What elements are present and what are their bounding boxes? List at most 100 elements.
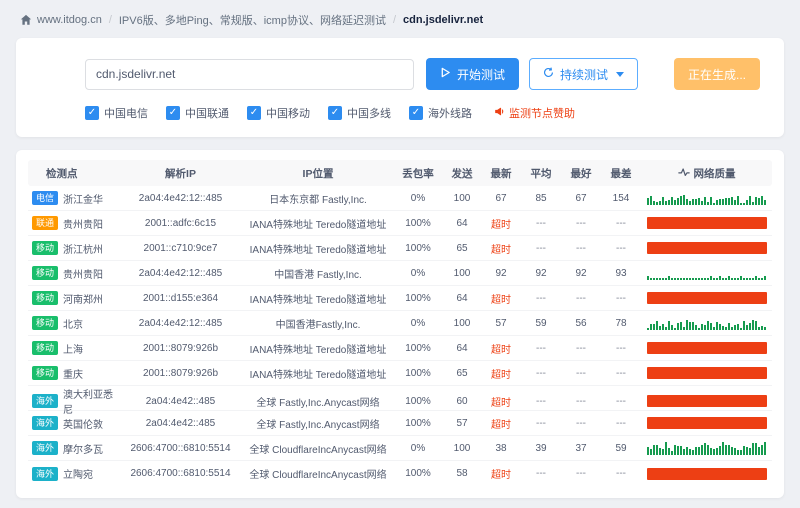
resolved-ip: 2a04:4e42::485 [145, 395, 216, 407]
sent-count: 100 [453, 317, 471, 329]
ip-location: 全球 CloudflareIncAnycast网络 [249, 444, 387, 456]
quality-sparkline [646, 467, 767, 480]
ip-location: 全球 Fastly,Inc.Anycast网络 [256, 397, 380, 409]
sent-count: 64 [456, 342, 468, 354]
checkbox-china-mobile[interactable]: ✓ 中国移动 [247, 105, 310, 121]
header-resolved-ip: 解析IP [165, 167, 196, 180]
continuous-test-button[interactable]: 持续测试 [528, 58, 638, 90]
breadcrumb: www.itdog.cn / IPV6版、多地Ping、常规版、icmp协议、网… [16, 10, 784, 30]
latest-latency: 超时 [491, 397, 511, 409]
checkbox-overseas-lines[interactable]: ✓ 海外线路 [409, 105, 472, 121]
quality-cell [641, 217, 772, 229]
avg-latency: 39 [535, 442, 547, 454]
breadcrumb-section: IPV6版、多地Ping、常规版、icmp协议、网络延迟测试 [118, 15, 386, 27]
sent-count: 65 [456, 367, 468, 379]
loss-rate: 100% [405, 395, 431, 407]
chevron-down-icon [615, 71, 624, 77]
latest-latency: 67 [495, 192, 507, 204]
best-latency: 92 [575, 267, 587, 279]
ip-location: 日本东京都 Fastly,Inc. [269, 194, 367, 206]
latest-latency: 38 [495, 442, 507, 454]
node-cell: 联通 贵州贵阳 [28, 216, 118, 231]
checkbox-china-unicom[interactable]: ✓ 中国联通 [166, 105, 229, 121]
sponsor-link[interactable]: 监测节点赞助 [494, 105, 575, 121]
worst-latency: --- [616, 342, 626, 354]
resolved-ip: 2001::8079:926b [142, 367, 219, 379]
checkbox-china-multiline[interactable]: ✓ 中国多线 [328, 105, 391, 121]
avg-latency: --- [536, 468, 546, 479]
best-latency: --- [576, 367, 586, 379]
table-body: 电信 浙江金华 2a04:4e42:12::485 日本东京都 Fastly,I… [28, 186, 772, 486]
pulse-icon [677, 166, 690, 181]
loss-rate: 100% [405, 417, 431, 429]
worst-latency: 78 [615, 317, 627, 329]
quality-sparkline [646, 292, 767, 304]
loss-rate: 100% [405, 242, 431, 254]
quality-sparkline [646, 266, 767, 280]
table-row: 海外 澳大利亚悉尼 2a04:4e42::485 全球 Fastly,Inc.A… [28, 386, 772, 416]
loss-rate: 0% [410, 267, 426, 279]
carrier-badge: 移动 [32, 241, 59, 255]
header-quality-label: 网络质量 [693, 167, 736, 180]
quality-cell [641, 191, 772, 205]
resolved-ip: 2a04:4e42::485 [145, 417, 216, 429]
latest-latency: 超时 [491, 219, 511, 231]
breadcrumb-site[interactable]: www.itdog.cn [37, 14, 102, 26]
best-latency: --- [576, 242, 586, 254]
header-latest: 最新 [490, 167, 512, 180]
breadcrumb-target: cdn.jsdelivr.net [403, 14, 484, 26]
node-cell: 移动 河南郑州 [28, 291, 118, 306]
ip-location: 全球 Fastly,Inc.Anycast网络 [256, 419, 380, 431]
ip-location: IANA特殊地址 Teredo隧道地址 [249, 369, 387, 381]
node-cell: 电信 浙江金华 [28, 191, 118, 206]
avg-latency: --- [536, 217, 546, 229]
carrier-badge: 移动 [32, 266, 59, 280]
home-icon [20, 14, 32, 26]
carrier-badge: 联通 [32, 216, 59, 230]
quality-cell [641, 266, 772, 280]
generating-button[interactable]: 正在生成... [673, 58, 760, 90]
results-panel: 检测点 解析IP IP位置 丢包率 发送 最新 平均 最好 最差 网络质量 电信… [16, 150, 784, 498]
header-loss-rate: 丢包率 [402, 167, 434, 180]
resolved-ip: 2001::c710:9ce7 [143, 242, 218, 254]
checkbox-checked-icon: ✓ [247, 106, 261, 120]
best-latency: --- [576, 342, 586, 354]
avg-latency: 85 [535, 192, 547, 204]
node-cell: 移动 浙江杭州 [28, 241, 118, 256]
quality-cell [641, 467, 772, 480]
quality-cell [641, 292, 772, 304]
checkbox-checked-icon: ✓ [85, 106, 99, 120]
checkbox-china-telecom[interactable]: ✓ 中国电信 [85, 105, 148, 121]
host-input[interactable] [85, 58, 414, 90]
node-location: 贵州贵阳 [63, 269, 104, 281]
node-location: 河南郑州 [63, 294, 104, 306]
refresh-icon [543, 67, 554, 81]
loss-rate: 100% [405, 468, 431, 479]
ip-location: IANA特殊地址 Teredo隧道地址 [249, 344, 387, 356]
checkbox-checked-icon: ✓ [409, 106, 423, 120]
quality-cell [641, 242, 772, 254]
worst-latency: 154 [612, 192, 630, 204]
table-row: 海外 英国伦敦 2a04:4e42::485 全球 Fastly,Inc.Any… [28, 411, 772, 436]
best-latency: --- [576, 468, 586, 479]
best-latency: --- [576, 417, 586, 429]
avg-latency: --- [536, 242, 546, 254]
sent-count: 58 [456, 468, 468, 479]
ip-location: IANA特殊地址 Teredo隧道地址 [249, 294, 387, 306]
worst-latency: --- [616, 468, 626, 479]
avg-latency: --- [536, 417, 546, 429]
latest-latency: 超时 [491, 419, 511, 431]
carrier-badge: 移动 [32, 366, 59, 380]
carrier-badge: 海外 [32, 416, 59, 430]
header-ip-location: IP位置 [302, 167, 334, 180]
table-row: 移动 北京 2a04:4e42:12::485 中国香港Fastly,Inc. … [28, 311, 772, 336]
latest-latency: 92 [495, 267, 507, 279]
worst-latency: --- [616, 217, 626, 229]
start-test-button[interactable]: 开始测试 [425, 58, 519, 90]
resolved-ip: 2a04:4e42:12::485 [138, 267, 223, 279]
avg-latency: 92 [535, 267, 547, 279]
sent-count: 64 [456, 217, 468, 229]
checkbox-label: 中国联通 [185, 108, 229, 120]
table-row: 海外 立陶宛 2606:4700::6810:5514 全球 Cloudflar… [28, 461, 772, 486]
table-row: 海外 摩尔多瓦 2606:4700::6810:5514 全球 Cloudfla… [28, 436, 772, 461]
